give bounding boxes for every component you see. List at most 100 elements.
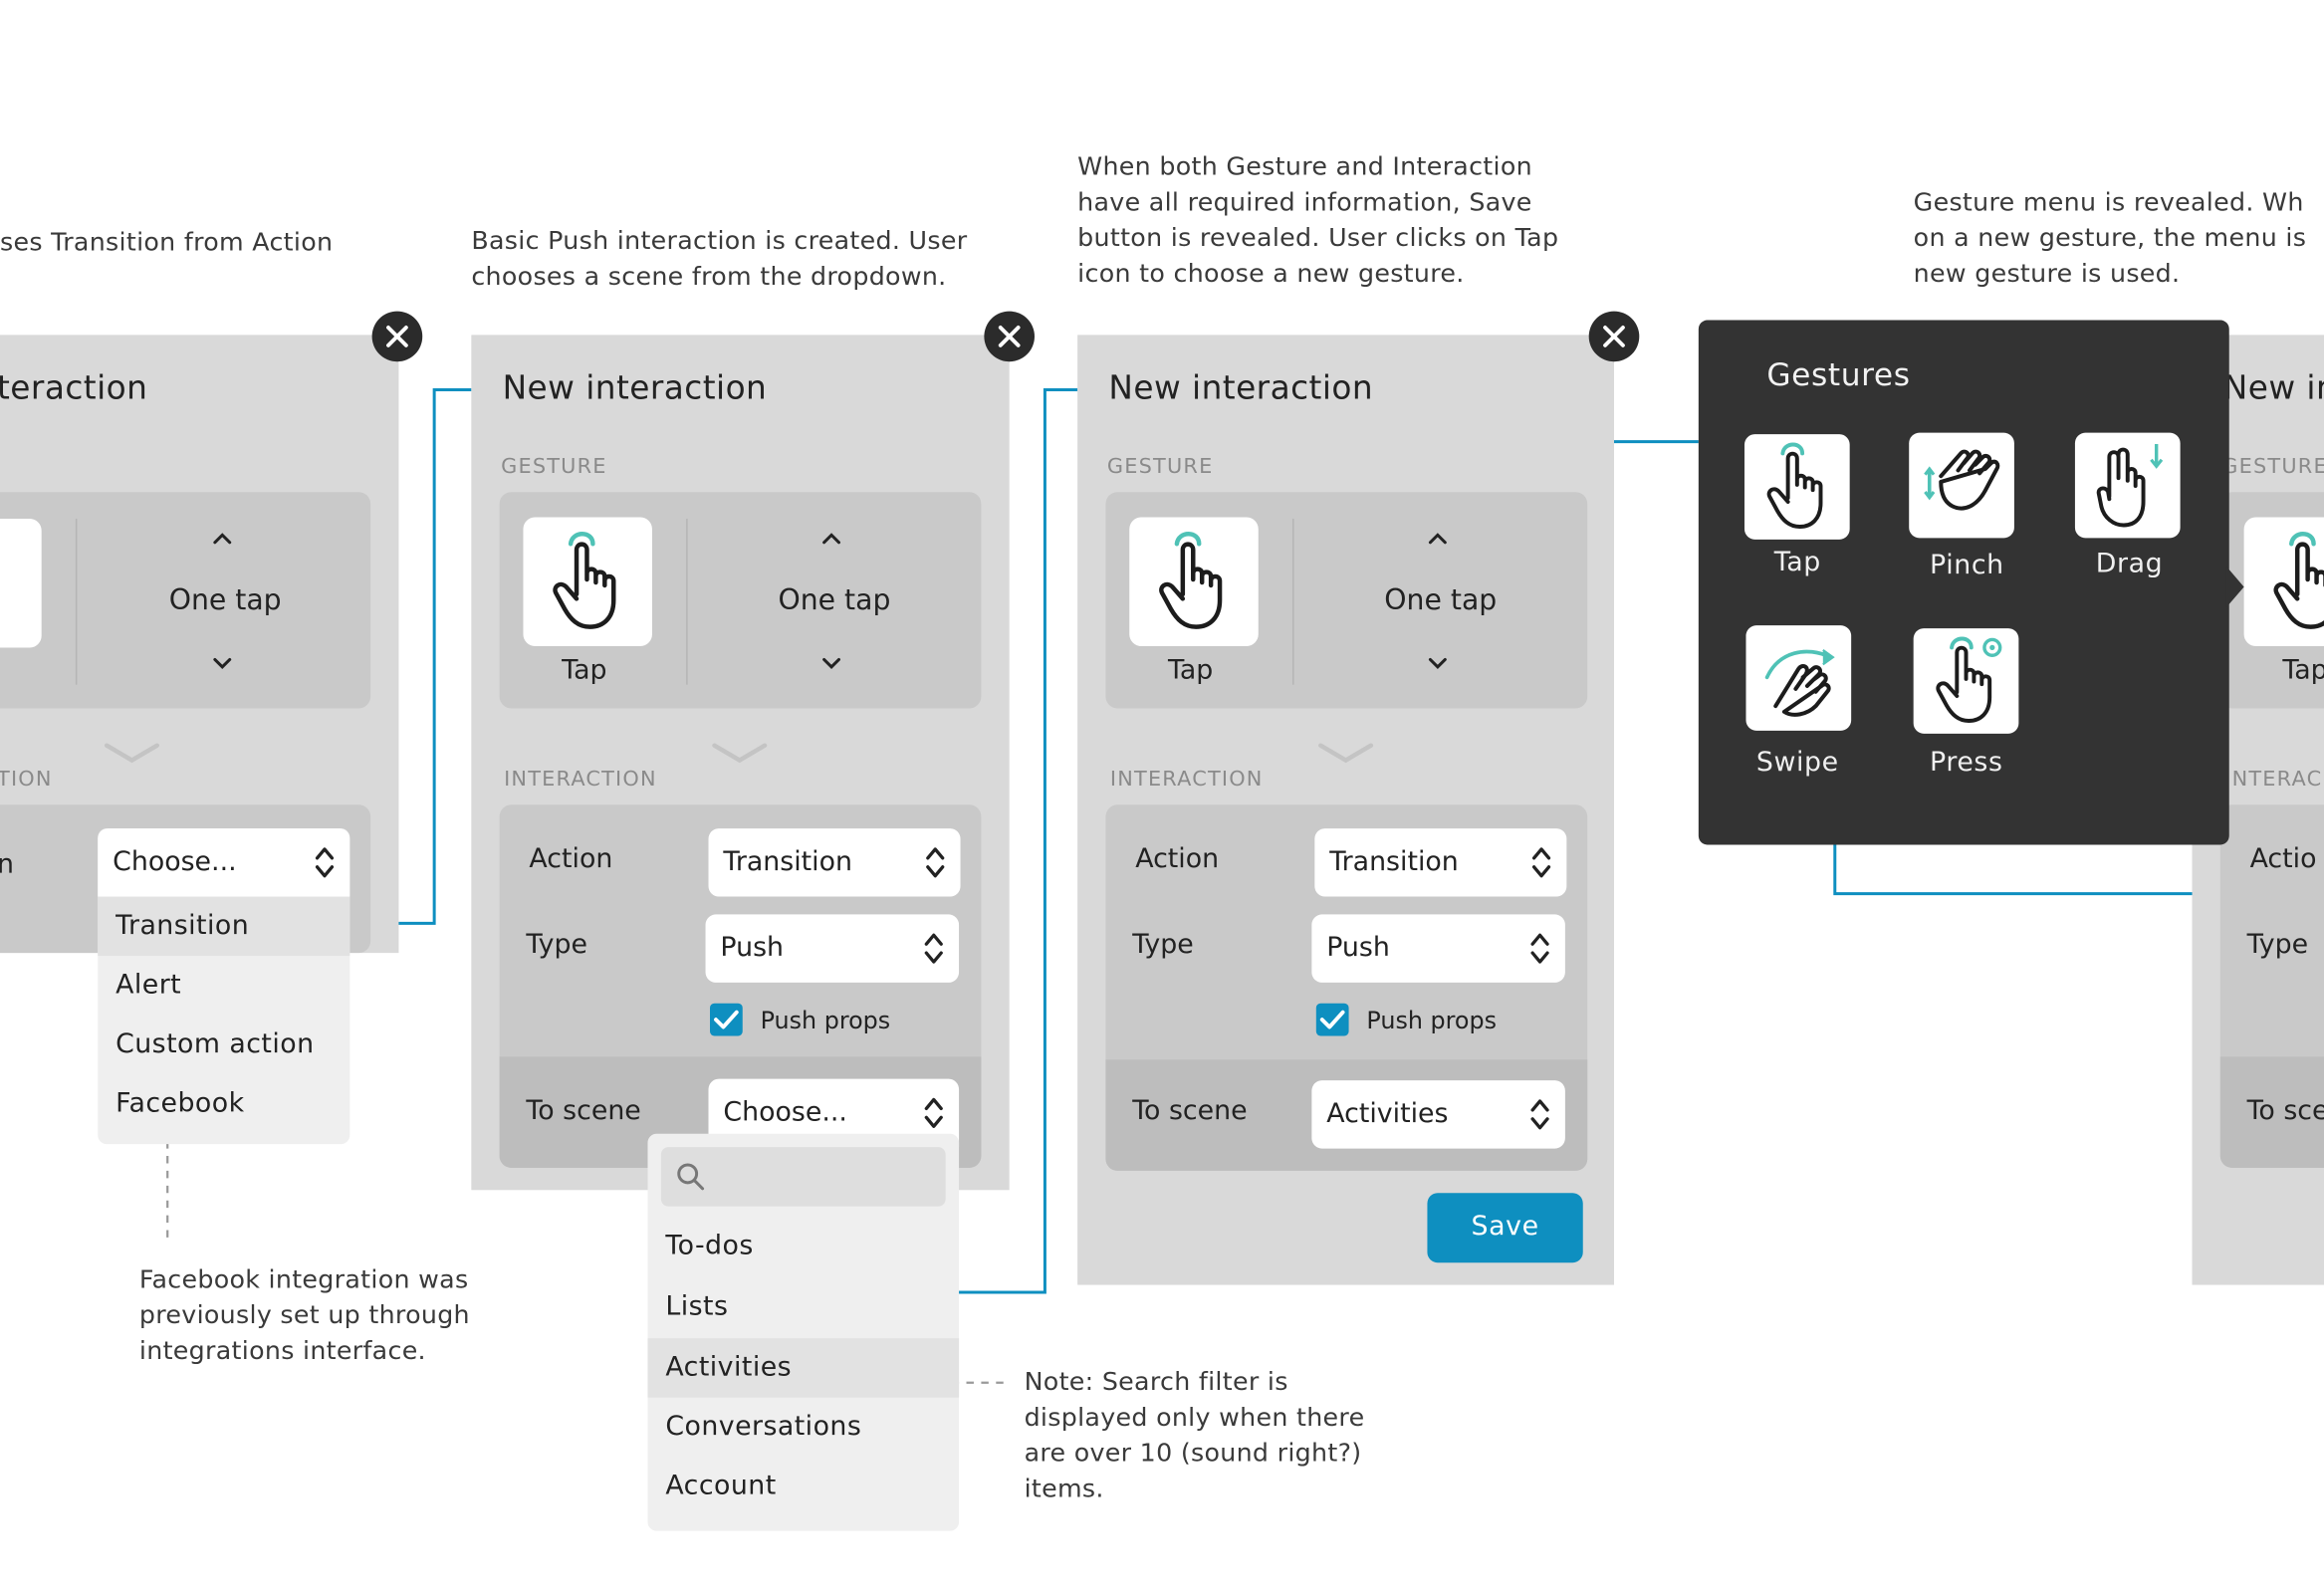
- panel1-gesture-tile[interactable]: [0, 518, 42, 648]
- action-option-label: Alert: [116, 969, 182, 1001]
- action-option-transition[interactable]: Transition: [98, 896, 350, 957]
- panel3-to-scene-value: Activities: [1326, 1097, 1449, 1130]
- panel3-action-select[interactable]: Transition: [1314, 828, 1567, 897]
- search-note-line4: items.: [1024, 1475, 1104, 1504]
- caption-step3-line3: button is revealed. User clicks on Tap: [1077, 223, 1559, 254]
- panel3-push-props-checkbox[interactable]: [1315, 1003, 1349, 1036]
- search-note-line2: displayed only when there: [1024, 1403, 1365, 1434]
- gesture-tap-label: Tap: [1773, 547, 1821, 578]
- panel2-action-value: Transition: [723, 845, 852, 878]
- panel4-action-label: Actio: [2249, 842, 2317, 875]
- scene-option-lists[interactable]: Lists: [647, 1277, 959, 1337]
- gesture-press-tile[interactable]: [1913, 628, 2019, 734]
- gesture-tap-tile[interactable]: [1743, 434, 1850, 540]
- drag-icon: [2096, 443, 2164, 528]
- scene-option-label: Conversations: [665, 1411, 862, 1443]
- caption-step4-line2: on a new gesture, the menu is: [1913, 223, 2307, 254]
- up-down-icon: [923, 1095, 944, 1131]
- save-button[interactable]: Save: [1427, 1193, 1583, 1263]
- panel1-title: teraction: [0, 370, 148, 408]
- chevron-up-icon[interactable]: [821, 531, 842, 546]
- checkmark-icon: [714, 1010, 739, 1029]
- action-option-custom-action[interactable]: Custom action: [98, 1016, 349, 1075]
- gesture-press-label: Press: [1930, 747, 2003, 779]
- caption-step2-line1: Basic Push interaction is created. User: [471, 226, 968, 257]
- scene-option-activities[interactable]: Activities: [647, 1338, 960, 1398]
- press-icon: [1927, 636, 2002, 726]
- scene-option-conversations[interactable]: Conversations: [647, 1398, 959, 1458]
- chevron-up-icon[interactable]: [1427, 531, 1448, 546]
- panel2-type-select[interactable]: Push: [705, 914, 960, 983]
- panel3-title: New interaction: [1108, 370, 1374, 408]
- panel2-gesture-value: One tap: [778, 583, 891, 617]
- hand-tap-icon: [1149, 529, 1238, 632]
- caption-step4-line3: new gesture is used.: [1913, 259, 2181, 290]
- panel2-title: New interaction: [502, 370, 768, 408]
- hand-tap-icon: [543, 529, 631, 632]
- gesture-swipe-label: Swipe: [1755, 747, 1839, 779]
- gesture-pinch-tile[interactable]: [1909, 432, 2014, 539]
- panel1-action-dropdown: Choose... Transition Alert Custom action…: [98, 828, 350, 1145]
- caption-step2-line2: chooses a scene from the dropdown.: [471, 262, 947, 293]
- panel2-gesture-tile[interactable]: [523, 517, 652, 646]
- panel4-type-label: Type: [2246, 929, 2309, 961]
- up-down-icon: [1529, 1097, 1550, 1133]
- chevron-down-icon[interactable]: [212, 655, 233, 670]
- caption-step4-line1: Gesture menu is revealed. Wh: [1913, 188, 2304, 218]
- panel4-to-scene-label: To sce: [2246, 1095, 2324, 1127]
- chevron-down-icon[interactable]: [821, 655, 842, 670]
- panel2-push-props-checkbox[interactable]: [710, 1003, 743, 1036]
- panel4-gesture-tile[interactable]: [2243, 517, 2324, 646]
- panel3-close-button[interactable]: [1588, 311, 1640, 362]
- panel1-gesture-box: One tap: [0, 492, 371, 709]
- hand-icon: [0, 519, 42, 648]
- swipe-icon: [1764, 649, 1835, 717]
- hand-tap-icon: [1757, 440, 1836, 532]
- panel2-action-select[interactable]: Transition: [708, 828, 961, 897]
- scene-option-label: Activities: [665, 1351, 793, 1383]
- close-icon: [1603, 326, 1625, 347]
- panel3-type-label: Type: [1132, 929, 1194, 961]
- scene-option-label: Lists: [665, 1290, 729, 1322]
- panel1-close-button[interactable]: [371, 311, 423, 362]
- panel4-gesture-name: Tap: [2282, 654, 2324, 687]
- panel1-action-select-value: Choose...: [113, 845, 237, 878]
- scene-option-account[interactable]: Account: [647, 1457, 959, 1516]
- panel1-action-select[interactable]: Choose...: [98, 828, 350, 897]
- checkmark-icon: [1319, 1010, 1345, 1029]
- gesture-swipe-tile[interactable]: [1745, 625, 1852, 731]
- panel2-push-props-label: Push props: [760, 1006, 891, 1034]
- facebook-note-line2: previously set up through: [138, 1300, 470, 1331]
- chevron-up-icon[interactable]: [212, 531, 233, 546]
- gesture-pinch-label: Pinch: [1930, 550, 2004, 581]
- up-down-icon: [923, 931, 944, 967]
- panel3-to-scene-select[interactable]: Activities: [1311, 1080, 1565, 1149]
- search-note-line3: are over 10 (sound right?): [1024, 1439, 1362, 1470]
- panel2-new-interaction: New interaction GESTURE Tap One tap INTE…: [471, 335, 1010, 1191]
- action-option-label: Custom action: [116, 1028, 315, 1060]
- gesture-drag-label: Drag: [2095, 548, 2164, 580]
- gestures-menu: Gestures Tap Pinch Drag Swipe Press: [1698, 320, 2244, 845]
- scene-search-input[interactable]: [660, 1147, 946, 1207]
- panel3-action-label: Action: [1135, 842, 1220, 875]
- action-option-label: Facebook: [116, 1087, 245, 1119]
- scene-option-label: Account: [665, 1470, 777, 1501]
- panel1-gesture-value: One tap: [168, 583, 282, 617]
- close-icon: [998, 326, 1021, 347]
- gestures-menu-title: Gestures: [1766, 356, 1911, 393]
- panel3-action-value: Transition: [1329, 845, 1459, 878]
- panel2-action-label: Action: [529, 842, 613, 875]
- panel3-gesture-tile[interactable]: [1129, 517, 1259, 646]
- action-option-facebook[interactable]: Facebook: [98, 1074, 349, 1134]
- panel2-to-scene-label: To scene: [526, 1095, 641, 1127]
- action-option-alert[interactable]: Alert: [98, 956, 349, 1016]
- chevron-down-icon[interactable]: [1427, 655, 1448, 670]
- panel3-type-select[interactable]: Push: [1311, 914, 1565, 983]
- scene-option-to-dos[interactable]: To-dos: [647, 1217, 959, 1276]
- panel2-close-button[interactable]: [984, 311, 1035, 362]
- panel2-interaction-section: INTERACTION: [504, 768, 657, 792]
- facebook-note-line1: Facebook integration was: [138, 1265, 469, 1295]
- facebook-note-line3: integrations interface.: [138, 1336, 426, 1367]
- panel3-divider: [1291, 518, 1294, 685]
- gesture-drag-tile[interactable]: [2074, 432, 2181, 539]
